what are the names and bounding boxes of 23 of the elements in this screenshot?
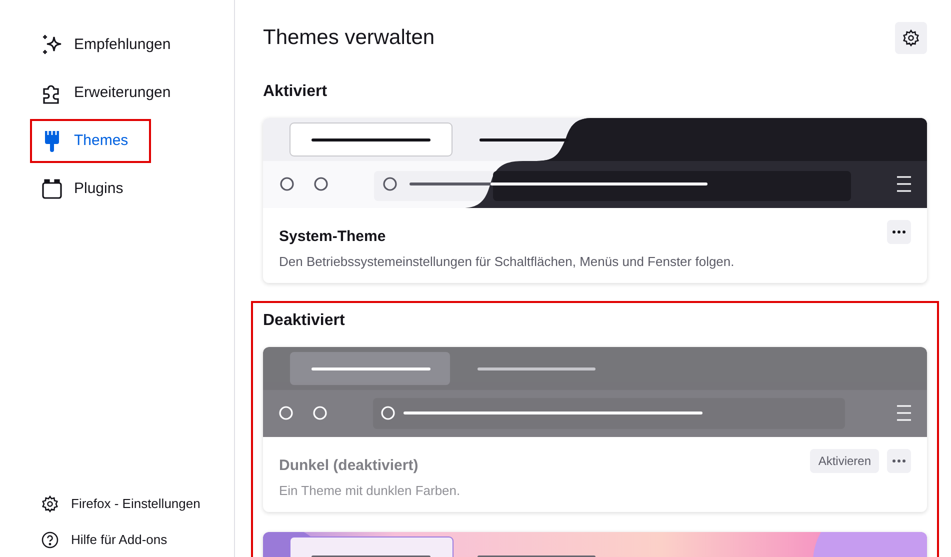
theme-name: System-Theme (279, 227, 387, 247)
sidebar-item[interactable]: Erweiterungen (30, 71, 181, 115)
sidebar-item[interactable]: Plugins (30, 167, 151, 211)
sidebar-item[interactable]: Empfehlungen (30, 23, 181, 67)
help-icon (41, 531, 59, 549)
more-options-button[interactable] (887, 449, 911, 473)
plugin-icon (41, 178, 63, 200)
page-title: Themes verwalten (263, 25, 435, 52)
settings-icon (41, 495, 59, 513)
sparkle-icon (41, 34, 63, 56)
more-icon (892, 459, 906, 463)
section-heading: Aktiviert (263, 82, 328, 102)
footer-link[interactable]: Hilfe für Add-ons (41, 527, 234, 553)
more-options-button[interactable] (887, 220, 911, 244)
theme-description: Den Betriebssystemeinstellungen für Schaltflächen, Menüs und Fenster folgen. (279, 252, 734, 271)
settings-icon (902, 29, 920, 47)
more-icon (892, 230, 906, 234)
section-heading: Deaktiviert (263, 311, 346, 331)
settings-button[interactable] (895, 22, 927, 54)
sidebar-item[interactable]: Themes (30, 119, 151, 163)
theme-description: Ein Theme mit dunklen Farben. (279, 482, 460, 500)
footer-link[interactable]: Firefox - Einstellungen (41, 491, 234, 517)
theme-name: Dunkel (deaktiviert) (279, 456, 420, 476)
